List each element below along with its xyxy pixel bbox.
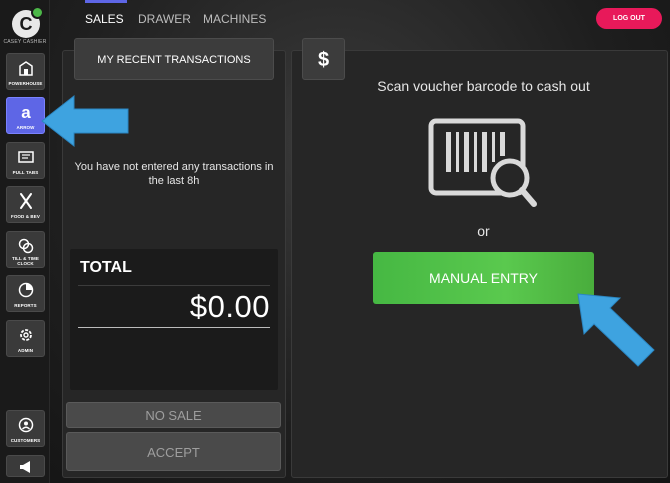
- no-sale-button[interactable]: NO SALE: [66, 402, 281, 428]
- online-status-icon: [31, 6, 44, 19]
- scan-instruction: Scan voucher barcode to cash out: [377, 78, 590, 94]
- ticket-icon: [17, 151, 34, 163]
- total-amount: $0.00: [189, 289, 270, 324]
- powerhouse-icon: [18, 61, 33, 76]
- divider: [78, 285, 270, 286]
- empty-transactions-message: You have not entered any transactions in…: [74, 161, 274, 187]
- sidebar-item-label: ADMIN: [17, 348, 34, 353]
- gear-icon: [19, 329, 32, 341]
- left-arrow-icon: [41, 94, 129, 148]
- recent-transactions-tab[interactable]: MY RECENT TRANSACTIONS: [74, 38, 274, 80]
- user-initial: C: [19, 14, 33, 34]
- sidebar: C CASEY CASHIER POWERHOUSE a ARROW PULL …: [0, 0, 50, 483]
- megaphone-icon: [19, 461, 30, 473]
- fork-knife-icon: [19, 193, 32, 209]
- user-avatar[interactable]: C: [12, 6, 44, 38]
- sidebar-item-label: ARROW: [16, 125, 35, 130]
- sidebar-item-label: PULL TABS: [12, 170, 39, 175]
- sidebar-item-powerhouse[interactable]: POWERHOUSE: [6, 53, 45, 90]
- sidebar-item-label: TILL & TIME CLOCK: [11, 256, 39, 266]
- cashout-tab[interactable]: $: [302, 38, 345, 80]
- tab-drawer[interactable]: DRAWER: [138, 12, 191, 26]
- manual-entry-button[interactable]: MANUAL ENTRY: [373, 252, 594, 304]
- coins-icon: [18, 238, 33, 254]
- user-name: CASEY CASHIER: [3, 39, 47, 45]
- tab-sales[interactable]: SALES: [85, 0, 127, 26]
- svg-text:a: a: [21, 103, 31, 121]
- sidebar-item-food-bev[interactable]: FOOD & BEV: [6, 186, 45, 223]
- pie-chart-icon: [18, 282, 33, 298]
- divider: [78, 327, 270, 328]
- arrow-brand-icon: a: [21, 103, 31, 121]
- total-box: TOTAL $0.00: [70, 249, 278, 390]
- up-left-arrow-icon: [577, 293, 655, 367]
- sidebar-item-label: REPORTS: [14, 303, 37, 308]
- sidebar-item-till-time-clock[interactable]: TILL & TIME CLOCK: [6, 231, 45, 268]
- sidebar-item-admin[interactable]: ADMIN: [6, 320, 45, 357]
- total-label: TOTAL: [80, 259, 132, 276]
- sidebar-item-announcements[interactable]: [6, 455, 45, 477]
- sidebar-item-label: FOOD & BEV: [10, 214, 40, 219]
- or-separator: or: [477, 223, 490, 239]
- sidebar-item-reports[interactable]: REPORTS: [6, 275, 45, 312]
- tab-machines[interactable]: MACHINES: [203, 12, 266, 26]
- barcode-scan-icon: [428, 118, 537, 207]
- sidebar-item-label: CUSTOMERS: [10, 438, 41, 443]
- customers-icon: [18, 417, 33, 433]
- sidebar-item-label: POWERHOUSE: [8, 81, 43, 86]
- accept-button[interactable]: ACCEPT: [66, 432, 281, 471]
- sidebar-item-customers[interactable]: CUSTOMERS: [6, 410, 45, 447]
- logout-button[interactable]: LOG OUT: [596, 8, 662, 29]
